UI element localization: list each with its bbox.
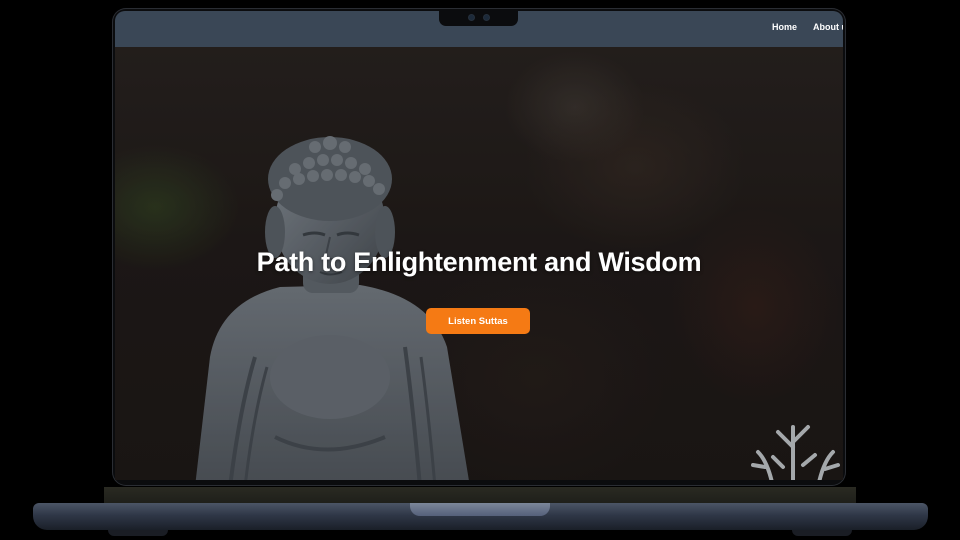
main-nav: Home About u (772, 22, 843, 32)
laptop-foot-left (108, 530, 168, 536)
laptop-thumb-notch (410, 503, 550, 516)
sensor-icon (484, 15, 489, 20)
listen-suttas-button[interactable]: Listen Suttas (426, 308, 530, 334)
nav-link-home[interactable]: Home (772, 22, 797, 32)
camera-icon (469, 15, 474, 20)
nav-link-about[interactable]: About u (813, 22, 843, 32)
laptop-foot-right (792, 530, 852, 536)
hero-section: Path to Enlightenment and Wisdom Listen … (115, 47, 843, 480)
laptop-screen: Home About u (115, 11, 843, 480)
hero-title: Path to Enlightenment and Wisdom (256, 247, 702, 277)
laptop-hinge (104, 487, 856, 504)
camera-notch (439, 10, 518, 26)
